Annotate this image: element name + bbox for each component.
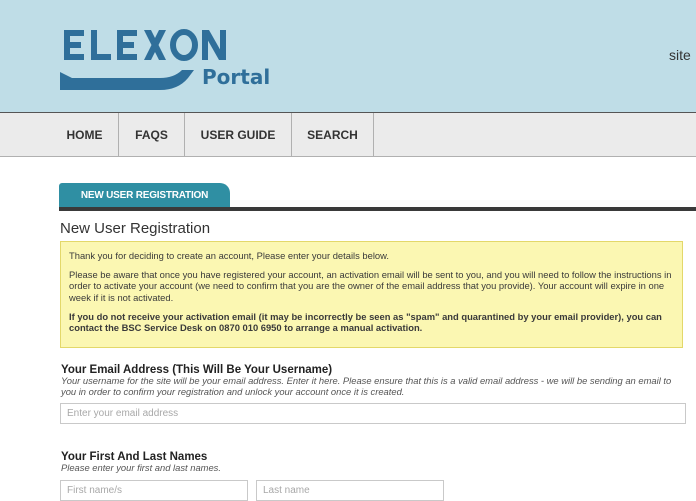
logo-letter-n bbox=[202, 30, 226, 60]
logo-letter-e1 bbox=[64, 30, 84, 60]
notice-service-desk: If you do not receive your activation em… bbox=[69, 310, 662, 334]
notice-intro: Thank you for deciding to create an acco… bbox=[69, 250, 389, 261]
logo-portal-text: Portal bbox=[202, 65, 270, 89]
nav-search[interactable]: SEARCH bbox=[292, 113, 374, 157]
nav-faqs[interactable]: FAQS bbox=[119, 113, 185, 157]
header-site-link[interactable]: site bbox=[669, 47, 691, 63]
tab-divider bbox=[59, 207, 696, 211]
logo-letter-x bbox=[144, 30, 166, 60]
elexon-portal-logo[interactable]: Portal bbox=[60, 18, 300, 98]
email-field[interactable] bbox=[60, 403, 686, 424]
nav-user-guide[interactable]: USER GUIDE bbox=[185, 113, 292, 157]
nav-home[interactable]: HOME bbox=[51, 113, 119, 157]
last-name-field[interactable] bbox=[256, 480, 444, 501]
main-nav: HOME FAQS USER GUIDE SEARCH bbox=[0, 112, 696, 157]
logo-letter-e2 bbox=[117, 30, 137, 60]
logo-swoosh bbox=[60, 70, 194, 90]
logo-letter-l bbox=[91, 30, 111, 60]
notice-box: Thank you for deciding to create an acco… bbox=[60, 241, 683, 348]
notice-activation-info: Please be aware that once you have regis… bbox=[69, 269, 672, 303]
names-help: Please enter your first and last names. bbox=[61, 462, 221, 473]
page-title: New User Registration bbox=[60, 220, 211, 237]
logo-letter-o bbox=[170, 29, 198, 61]
first-name-field[interactable] bbox=[60, 480, 248, 501]
email-help: Your username for the site will be your … bbox=[61, 375, 672, 397]
tab-new-user-registration[interactable]: NEW USER REGISTRATION bbox=[59, 183, 230, 208]
site-header: Portal site bbox=[0, 0, 696, 112]
